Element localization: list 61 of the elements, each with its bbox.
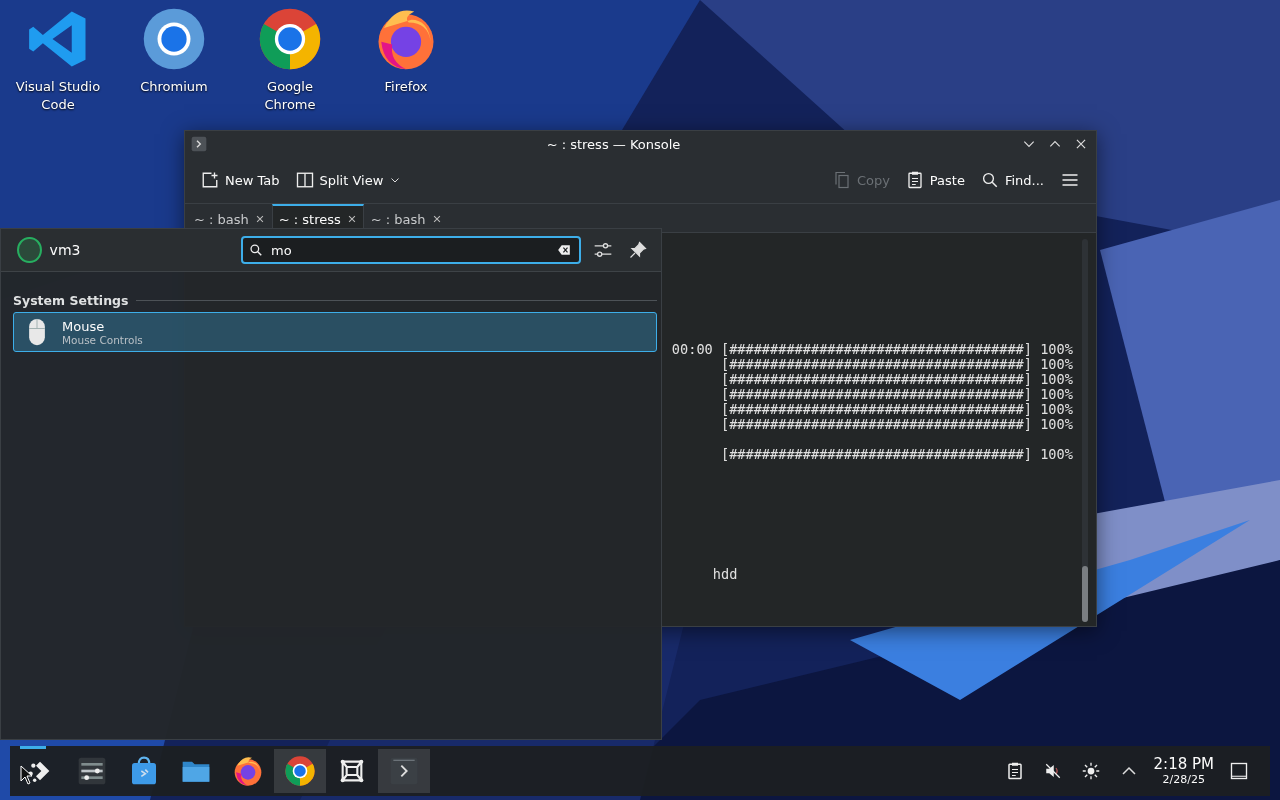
result-title: Mouse (62, 318, 106, 334)
user-name: vm3 (49, 242, 82, 258)
terminal-text: 00:00 (671, 342, 713, 357)
desktop-shortcut[interactable]: Google Chrome (232, 6, 348, 114)
search-result[interactable]: Mouse Mouse Controls (13, 312, 657, 352)
progress-text: [####################################] 100% (720, 342, 1073, 357)
toolbar-button[interactable]: New Tab (195, 167, 286, 193)
taskbar-button[interactable] (274, 749, 326, 793)
search-icon (249, 243, 263, 257)
close-icon (431, 214, 442, 224)
clock-time: 2:18 PM (1153, 756, 1214, 773)
avatar[interactable] (17, 237, 42, 263)
progress-text: [####################################] 100% (720, 387, 1073, 402)
desktop-shortcut[interactable]: Chromium (116, 6, 232, 114)
desktop-shortcut[interactable]: Visual Studio Code (0, 6, 116, 114)
tricolor-ring-icon (284, 755, 316, 787)
tricolor-ring-icon (257, 6, 323, 72)
sliders-icon (76, 755, 108, 787)
tab-close-button[interactable] (346, 214, 357, 224)
search-icon (980, 171, 999, 189)
tab[interactable]: ~ : bash (363, 205, 449, 232)
sliders-icon (593, 240, 613, 260)
tab[interactable]: ~ : bash (187, 205, 272, 232)
scrollbar[interactable] (1082, 239, 1088, 622)
ring-icon (141, 6, 207, 72)
sun-icon (1081, 762, 1100, 780)
speaker-muted-icon (1043, 762, 1062, 780)
window-title: ~ : stress — Konsole (545, 136, 682, 152)
search-field[interactable]: mo (241, 236, 581, 264)
progress-text: [####################################] 100% (720, 402, 1073, 417)
close-icon (346, 214, 357, 224)
close-icon (1074, 137, 1088, 151)
tab-close-button[interactable] (431, 214, 442, 224)
scrollbar-thumb[interactable] (1082, 566, 1088, 622)
tab-close-button[interactable] (254, 214, 265, 224)
progress-text: [####################################] 100% (720, 357, 1073, 372)
desktop-shortcut[interactable]: Firefox (348, 6, 464, 114)
terminal-icon (388, 755, 420, 787)
progress-text: [####################################] 100% (720, 447, 1073, 462)
clock[interactable]: 2:18 PM 2/28/25 (1153, 756, 1214, 786)
pin-icon (629, 241, 647, 259)
terminal-text: hdd (712, 567, 738, 582)
result-subtitle: Mouse Controls (62, 333, 143, 346)
close-icon (254, 214, 265, 224)
columns-icon (295, 171, 314, 189)
progress-text: [####################################] 100% (720, 372, 1073, 387)
clipboard-icon (1005, 762, 1024, 780)
toolbar-button[interactable]: Find... (974, 167, 1050, 193)
mouse-pointer-icon (20, 765, 34, 785)
copy-icon (832, 171, 851, 189)
new-tab-icon (201, 171, 219, 189)
toolbar-button[interactable]: Split View (289, 167, 408, 193)
clipboard-icon (905, 171, 924, 189)
clock-date: 2/28/25 (1162, 773, 1205, 786)
fox-globe-icon (232, 755, 264, 787)
square-icon (1230, 762, 1248, 780)
mouse-icon (26, 318, 48, 346)
progress-text: [####################################] 100% (720, 417, 1073, 432)
section-heading: System Settings (13, 293, 129, 308)
prompt-icon (191, 136, 207, 152)
toolbar-button[interactable]: Paste (899, 167, 971, 193)
